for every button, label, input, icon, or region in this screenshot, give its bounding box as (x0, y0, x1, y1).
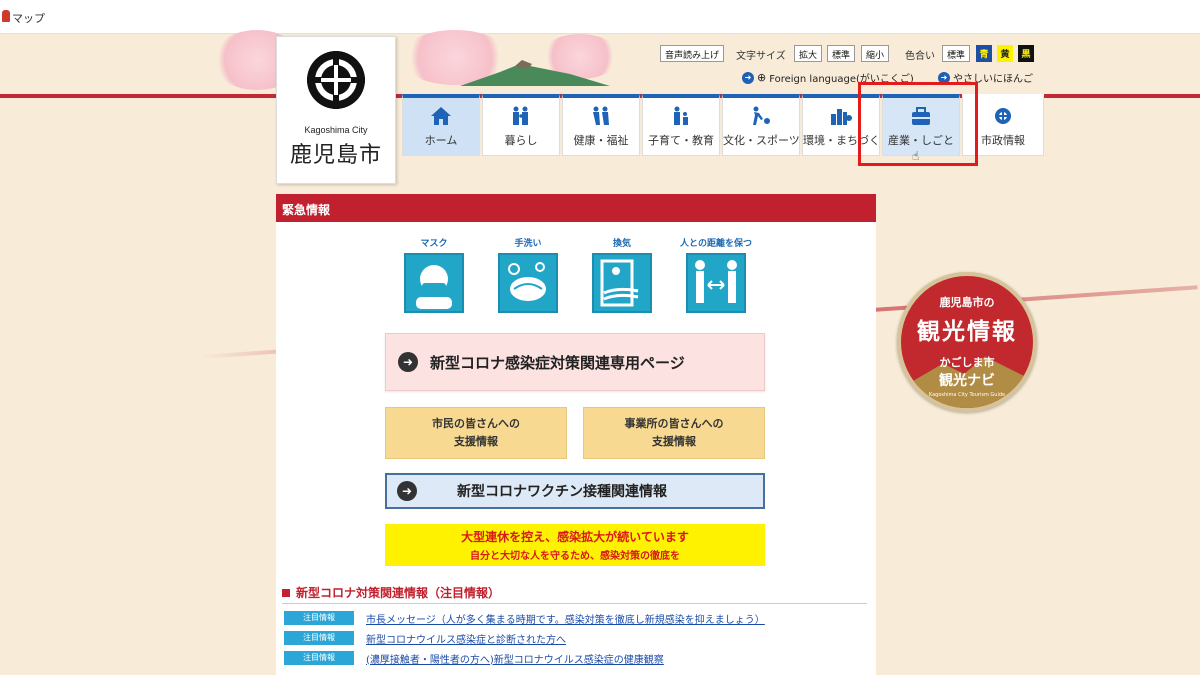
pictogram-caption: 換気 (612, 239, 631, 249)
ventilation-icon (592, 253, 652, 313)
arrow-right-icon: ➜ (397, 481, 417, 501)
citizens-support-button[interactable]: 市民の皆さんへの 支援情報 (385, 407, 567, 459)
news-item: 注目情報 新型コロナウイルス感染症と診断された方へ (284, 630, 869, 646)
business-support-label: 事業所の皆さんへの 支援情報 (624, 417, 724, 448)
social-distance-icon (686, 253, 746, 313)
kagoshima-emblem-icon (307, 51, 365, 109)
text-size-down-button[interactable]: 縮小 (861, 45, 890, 62)
vaccine-label: 新型コロナワクチン接種関連情報 (457, 484, 667, 500)
sakurajima-mountain-decor (460, 60, 610, 86)
mask-icon (404, 253, 464, 313)
business-support-button[interactable]: 事業所の皆さんへの 支援情報 (583, 407, 765, 459)
holiday-warning-notice: 大型連休を控え、感染拡大が続いています 自分と大切な人を守るため、感染対策の徹底… (385, 524, 765, 566)
tourism-line-3: かごしま市 (939, 356, 995, 369)
logo-japanese: 鹿児島市 (289, 143, 382, 168)
nav-living[interactable]: 暮らし (482, 94, 560, 156)
logo-english: Kagoshima City (304, 125, 368, 135)
news-link[interactable]: (濃厚接触者・陽性者の方へ)新型コロナウイルス感染症の健康観察 (366, 651, 664, 666)
nav-culture-sports[interactable]: 文化・スポーツ (722, 94, 800, 156)
favicon-icon (2, 10, 10, 22)
pictogram-caption: マスク (420, 239, 448, 249)
nav-childcare-education[interactable]: 子育て・教育 (642, 94, 720, 156)
section-title-text: 新型コロナ対策関連情報（注目情報） (296, 586, 501, 600)
city-icon (831, 109, 852, 125)
browser-tab-bar: マップ (0, 0, 1200, 34)
news-link[interactable]: 新型コロナウイルス感染症と診断された方へ (366, 631, 566, 646)
color-standard-button[interactable]: 標準 (942, 45, 971, 62)
pictogram-mask: マスク (404, 236, 464, 313)
nav-label: ホーム (424, 134, 458, 147)
notice-line-1: 大型連休を控え、感染拡大が続いています (461, 530, 689, 544)
handwash-icon (498, 253, 558, 313)
notice-line-2: 自分と大切な人を守るため、感染対策の徹底を (470, 551, 680, 562)
text-size-standard-button[interactable]: 標準 (827, 45, 856, 62)
featured-badge: 注目情報 (284, 631, 354, 645)
city-emblem-icon (995, 108, 1011, 124)
city-logo[interactable]: Kagoshima City 鹿児島市 (276, 36, 396, 184)
square-bullet-icon (282, 589, 290, 597)
text-size-label: 文字サイズ (736, 51, 786, 62)
nav-label: 暮らし (504, 134, 538, 147)
nav-label: 健康・福祉 (573, 134, 629, 147)
pictogram-distance: 人との距離を保つ (680, 236, 752, 313)
walking-assist-icon (593, 106, 609, 125)
tourism-line-4: 観光ナビ (939, 373, 995, 389)
tourism-line-1: 鹿児島市の (939, 296, 995, 309)
arrow-right-icon: ➜ (398, 352, 418, 372)
news-link[interactable]: 市長メッセージ（人が多く集まる時期です。感染対策を徹底し新規感染を抑えましょう） (366, 611, 765, 626)
featured-badge: 注目情報 (284, 611, 354, 625)
pictogram-caption: 手洗い (514, 239, 542, 249)
citizens-support-label: 市民の皆さんへの 支援情報 (432, 417, 520, 448)
nav-label: 文化・スポーツ (723, 134, 800, 147)
color-yellow-button[interactable]: 黄 (997, 45, 1013, 62)
text-size-up-button[interactable]: 拡大 (794, 45, 823, 62)
color-black-button[interactable]: 黒 (1018, 45, 1034, 62)
corona-page-label: 新型コロナ感染症対策関連専用ページ (430, 353, 685, 372)
sports-icon (753, 106, 770, 125)
nav-label: 子育て・教育 (648, 134, 714, 147)
pictogram-caption: 人との距離を保つ (680, 239, 752, 249)
tourism-info-banner[interactable]: 鹿児島市の 観光情報 かごしま市 観光ナビ Kagoshima City Tou… (897, 272, 1037, 412)
main-content: 緊急情報 マスク 手洗い 換気 人との距離を保つ ➜ 新型コロナ感染症対策関連専… (276, 194, 876, 675)
globe-icon: ⊕ (757, 71, 767, 84)
nav-health-welfare[interactable]: 健康・福祉 (562, 94, 640, 156)
pictogram-handwashing: 手洗い (498, 236, 558, 313)
pictogram-ventilation: 換気 (592, 236, 652, 313)
news-item: 注目情報 (濃厚接触者・陽性者の方へ)新型コロナウイルス感染症の健康観察 (284, 650, 869, 666)
urgent-info-header: 緊急情報 (276, 194, 876, 222)
home-icon (431, 107, 451, 125)
browser-tab-title[interactable]: マップ (12, 10, 45, 26)
tourism-line-2: 観光情報 (917, 319, 1017, 345)
color-label: 色合い (905, 51, 935, 62)
corona-special-page-button[interactable]: ➜ 新型コロナ感染症対策関連専用ページ (385, 333, 765, 391)
featured-badge: 注目情報 (284, 651, 354, 665)
vaccine-info-button[interactable]: ➜ 新型コロナワクチン接種関連情報 (385, 473, 765, 509)
family-icon (513, 106, 528, 125)
parent-child-icon (674, 106, 688, 125)
arrow-right-icon: ➜ (742, 71, 754, 84)
tourism-line-5: Kagoshima City Tourism Guide (928, 392, 1006, 398)
news-item: 注目情報 市長メッセージ（人が多く集まる時期です。感染対策を徹底し新規感染を抑え… (284, 610, 869, 626)
voice-read-button[interactable]: 音声読み上げ (660, 45, 725, 62)
color-blue-button[interactable]: 青 (976, 45, 992, 62)
hand-cursor-icon: ☝ (912, 149, 920, 163)
featured-section-title: 新型コロナ対策関連情報（注目情報） (282, 584, 867, 604)
nav-home[interactable]: ホーム (402, 94, 480, 156)
prevention-pictograms: マスク 手洗い 換気 人との距離を保つ (396, 236, 756, 316)
